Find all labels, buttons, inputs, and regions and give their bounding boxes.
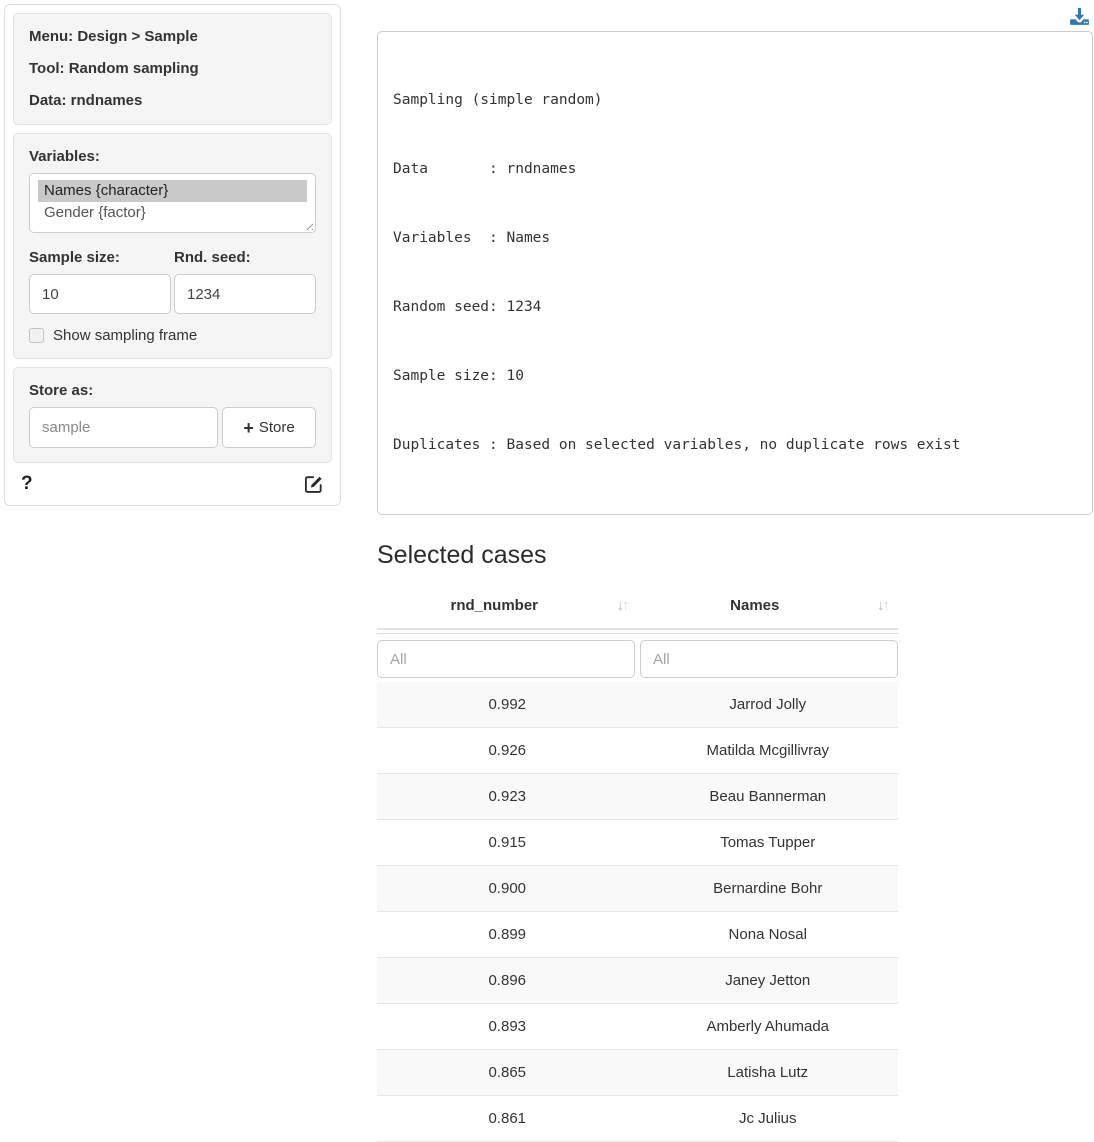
store-as-label: Store as: [29,382,316,399]
variables-select[interactable]: Names {character} Gender {factor} [29,173,316,233]
dataset-name: Data: rndnames [29,92,316,110]
variable-option-gender[interactable]: Gender {factor} [38,202,307,224]
summary-line: Variables : Names [393,227,1077,250]
table-filter-row [377,640,898,678]
store-button[interactable]: + Store [222,407,316,448]
summary-line: Duplicates : Based on selected variables… [393,434,1077,457]
table-row: 0.865 Latisha Lutz [377,1050,898,1096]
sidebar: Menu: Design > Sample Tool: Random sampl… [4,4,341,506]
store-button-label: Store [259,419,295,436]
variable-option-names[interactable]: Names {character} [38,180,307,202]
selected-cases-table: rnd_number ↓↑ Names ↓↑ 0.992 Jarrod Joll… [377,585,898,1142]
edit-report-icon[interactable] [303,474,324,495]
cell-rnd-number: 0.923 [377,774,638,819]
table-row: 0.899 Nona Nosal [377,912,898,958]
table-row: 0.923 Beau Bannerman [377,774,898,820]
summary-output: Sampling (simple random) Data : rndnames… [377,31,1093,515]
help-icon[interactable]: ? [21,473,33,495]
table-row: 0.926 Matilda Mcgillivray [377,728,898,774]
page-title: Selected cases [377,541,1093,570]
store-as-input[interactable] [29,407,218,448]
table-header-row: rnd_number ↓↑ Names ↓↑ [377,585,898,628]
table-row: 0.861 Jc Julius [377,1096,898,1142]
table-row: 0.992 Jarrod Jolly [377,682,898,728]
summary-line: Sample size: 10 [393,365,1077,388]
summary-line: Sampling (simple random) [393,89,1077,112]
tool-info-panel: Menu: Design > Sample Tool: Random sampl… [13,13,332,125]
header-divider [377,633,898,634]
table-row: 0.893 Amberly Ahumada [377,1004,898,1050]
sidebar-footer: ? [13,471,332,501]
sample-size-label: Sample size: [29,249,171,266]
main-panel: Sampling (simple random) Data : rndnames… [377,0,1093,1142]
checkbox-box-icon[interactable] [29,328,44,343]
cell-names: Tomas Tupper [638,820,899,865]
cell-rnd-number: 0.899 [377,912,638,957]
table-body: 0.992 Jarrod Jolly 0.926 Matilda Mcgilli… [377,682,898,1142]
cell-rnd-number: 0.865 [377,1050,638,1095]
table-row: 0.915 Tomas Tupper [377,820,898,866]
tool-name: Tool: Random sampling [29,60,316,78]
show-sampling-frame-checkbox[interactable]: Show sampling frame [29,327,316,344]
cell-names: Beau Bannerman [638,774,899,819]
cell-names: Latisha Lutz [638,1050,899,1095]
rnd-seed-input[interactable] [174,274,316,314]
summary-line: Data : rndnames [393,158,1077,181]
sort-icon[interactable]: ↓↑ [877,597,888,614]
cell-rnd-number: 0.915 [377,820,638,865]
cell-rnd-number: 0.896 [377,958,638,1003]
download-icon[interactable] [1068,5,1091,32]
show-sampling-frame-label: Show sampling frame [53,327,197,344]
sample-size-input[interactable] [29,274,171,314]
cell-rnd-number: 0.926 [377,728,638,773]
store-panel: Store as: + Store [13,367,332,463]
column-header-rnd-number[interactable]: rnd_number ↓↑ [377,585,638,628]
cell-rnd-number: 0.893 [377,1004,638,1049]
cell-names: Nona Nosal [638,912,899,957]
cell-names: Amberly Ahumada [638,1004,899,1049]
variables-label: Variables: [29,148,316,165]
cell-rnd-number: 0.992 [377,682,638,727]
filter-input-names[interactable] [640,640,898,678]
table-row: 0.896 Janey Jetton [377,958,898,1004]
cell-names: Matilda Mcgillivray [638,728,899,773]
plus-icon: + [243,419,254,437]
rnd-seed-label: Rnd. seed: [174,249,316,266]
header-divider [377,628,898,630]
cell-names: Jarrod Jolly [638,682,899,727]
column-header-names[interactable]: Names ↓↑ [638,585,899,628]
table-row: 0.900 Bernardine Bohr [377,866,898,912]
cell-names: Jc Julius [638,1096,899,1141]
cell-rnd-number: 0.900 [377,866,638,911]
filter-input-rnd-number[interactable] [377,640,635,678]
summary-line: Random seed: 1234 [393,296,1077,319]
cell-rnd-number: 0.861 [377,1096,638,1141]
sampling-form-panel: Variables: Names {character} Gender {fac… [13,133,332,359]
cell-names: Janey Jetton [638,958,899,1003]
sort-icon[interactable]: ↓↑ [617,597,628,614]
menu-breadcrumb: Menu: Design > Sample [29,28,316,46]
cell-names: Bernardine Bohr [638,866,899,911]
